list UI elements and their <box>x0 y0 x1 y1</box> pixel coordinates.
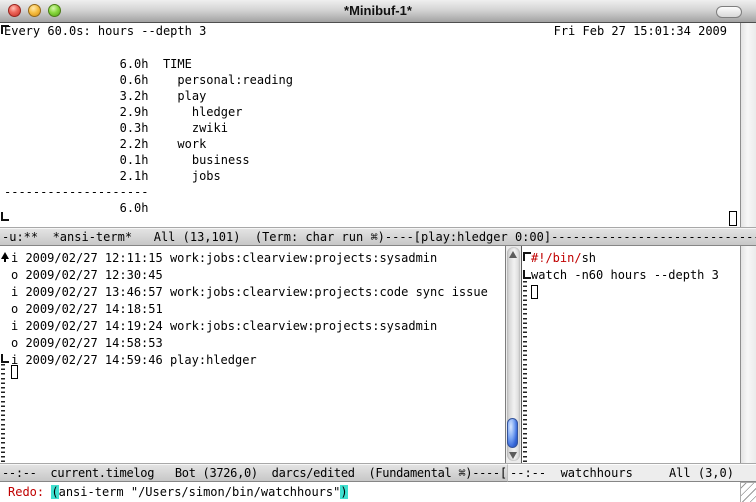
fringe-up-arrow-stem <box>4 258 6 262</box>
scroll-down-arrow-icon[interactable] <box>509 452 517 459</box>
close-paren-highlight: ) <box>340 485 347 499</box>
scrollbar-thumb[interactable] <box>507 418 518 448</box>
term-scrollbar-track[interactable] <box>740 23 756 228</box>
redo-prompt: Redo: <box>8 485 51 499</box>
resize-grip[interactable] <box>740 482 756 502</box>
hours-report: 6.0h TIME 0.6h personal:reading 3.2h pla… <box>4 40 293 216</box>
timelog-scrollbar[interactable] <box>505 246 522 464</box>
minibuffer-line: Redo: (ansi-term "/Users/simon/bin/watch… <box>8 485 348 499</box>
watch-command: watch -n60 hours --depth 3 <box>531 268 719 282</box>
fringe-bottom-angle-icon <box>1 354 9 363</box>
term-mode-line[interactable]: -u:** *ansi-term* All (13,101) (Term: ch… <box>0 228 756 246</box>
fringe-top-angle-icon <box>523 252 531 261</box>
timelog-buffer[interactable]: i 2009/02/27 12:11:15 work:jobs:clearvie… <box>0 246 505 464</box>
fringe-empty-line-marks <box>1 364 5 462</box>
timelog-entries: i 2009/02/27 12:11:15 work:jobs:clearvie… <box>11 250 488 369</box>
script-source: #!/bin/sh watch -n60 hours --depth 3 <box>531 250 719 284</box>
timelog-mode-line[interactable]: --:-- current.timelog Bot (3726,0) darcs… <box>0 464 509 482</box>
watch-header: Every 60.0s: hours --depth 3 <box>4 24 206 38</box>
inactive-cursor <box>531 285 538 299</box>
toolbar-pill-button[interactable] <box>716 6 742 18</box>
shebang-interpreter: sh <box>582 251 596 265</box>
open-paren-highlight: ( <box>51 485 58 499</box>
script-mode-line[interactable]: --:-- watchhours All (3,0) <box>507 464 756 482</box>
minibuffer-command: ansi-term "/Users/simon/bin/watchhours" <box>59 485 341 499</box>
inactive-cursor <box>11 365 18 379</box>
script-scrollbar-track[interactable] <box>740 246 756 464</box>
watch-timestamp: Fri Feb 27 15:01:34 2009 <box>554 24 727 38</box>
watchhours-buffer[interactable]: #!/bin/sh watch -n60 hours --depth 3 <box>522 246 740 464</box>
fringe-empty-line-marks <box>523 281 527 462</box>
inactive-cursor <box>729 211 737 226</box>
scroll-up-arrow-icon[interactable] <box>509 251 517 258</box>
shebang-comment: #!/bin/ <box>531 251 582 265</box>
title-bar[interactable]: *Minibuf-1* <box>0 0 756 23</box>
emacs-window: *Minibuf-1* Every 60.0s: hours --depth 3… <box>0 0 756 502</box>
fringe-bottom-angle-icon <box>523 270 531 279</box>
minibuffer[interactable]: Redo: (ansi-term "/Users/simon/bin/watch… <box>0 482 756 502</box>
window-title: *Minibuf-1* <box>0 3 756 18</box>
ansi-term-buffer[interactable]: Every 60.0s: hours --depth 3 Fri Feb 27 … <box>0 23 756 228</box>
